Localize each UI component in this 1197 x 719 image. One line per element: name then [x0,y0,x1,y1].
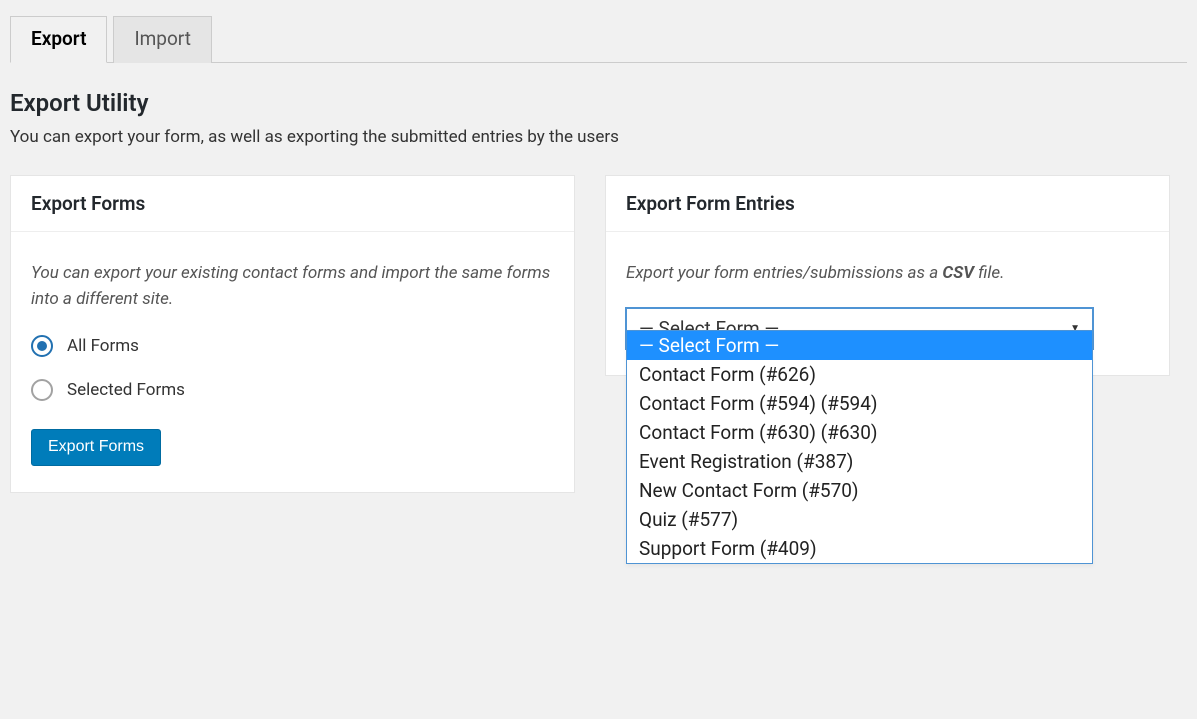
dropdown-option[interactable]: Contact Form (#594) (#594) [627,389,1092,418]
dropdown-option[interactable]: Contact Form (#626) [627,360,1092,389]
export-forms-title: Export Forms [31,192,554,215]
tab-export[interactable]: Export [10,16,107,63]
radio-all-forms[interactable]: All Forms [31,335,554,357]
dropdown-option[interactable]: Quiz (#577) [627,505,1092,534]
radio-selected-forms-label: Selected Forms [67,380,185,400]
dropdown-option[interactable]: — Select Form — [627,331,1092,360]
dropdown-option[interactable]: New Contact Form (#570) [627,476,1092,505]
radio-selected-forms[interactable]: Selected Forms [31,379,554,401]
export-forms-description: You can export your existing contact for… [31,260,554,313]
page-title: Export Utility [10,89,1187,117]
tab-import[interactable]: Import [113,16,211,63]
select-form-options-list: — Select Form — Contact Form (#626) Cont… [626,330,1093,564]
radio-all-forms-label: All Forms [67,336,139,356]
radio-icon [31,379,53,401]
export-entries-panel: Export Form Entries Export your form ent… [605,175,1170,376]
page-description: You can export your form, as well as exp… [10,127,1187,147]
dropdown-option[interactable]: Event Registration (#387) [627,447,1092,476]
radio-icon [31,335,53,357]
tabs-nav: Export Import [10,16,1187,63]
export-forms-panel: Export Forms You can export your existin… [10,175,575,493]
dropdown-option[interactable]: Contact Form (#630) (#630) [627,418,1092,447]
dropdown-option[interactable]: Support Form (#409) [627,534,1092,563]
export-entries-title: Export Form Entries [626,192,1149,215]
export-entries-description: Export your form entries/submissions as … [626,260,1149,286]
export-forms-button[interactable]: Export Forms [31,429,161,466]
